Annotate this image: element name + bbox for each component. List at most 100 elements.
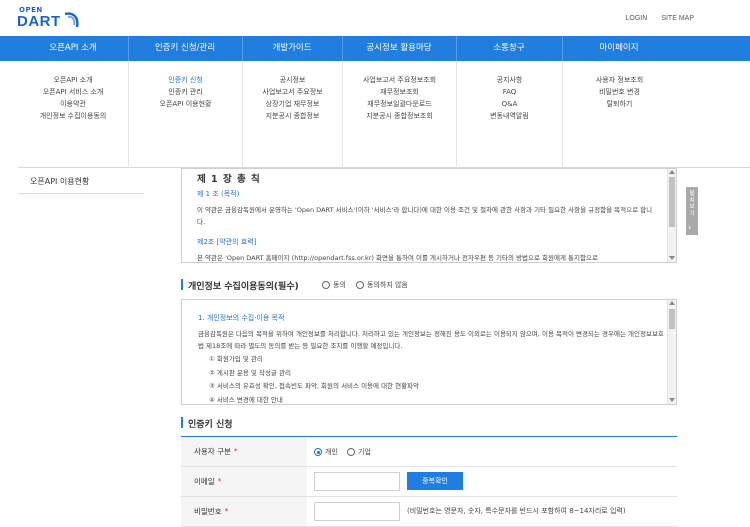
scroll-down-icon[interactable]: [669, 398, 675, 402]
required-mark: *: [217, 477, 222, 486]
password-field[interactable]: [314, 502, 400, 521]
menu-item[interactable]: 인증키 관리: [129, 86, 242, 98]
menu-item[interactable]: 비밀번호 변경: [563, 86, 676, 98]
user-type-company-radio[interactable]: 기업: [347, 447, 371, 457]
scroll-down-icon[interactable]: [669, 256, 675, 260]
radio-circle[interactable]: [356, 281, 364, 289]
required-mark: *: [233, 447, 238, 456]
terms-article-1-title: 제 1 조 (목적): [197, 190, 240, 198]
nav-openapi-intro[interactable]: 오픈API 소개: [18, 36, 128, 61]
main-nav: 오픈API 소개 인증키 신청/관리 개발가이드 공시정보 활용마당 소통창구 …: [0, 36, 750, 61]
menu-item[interactable]: 사용자 정보조회: [563, 74, 676, 86]
menu-item[interactable]: 개인정보 수집이용동의: [18, 110, 128, 122]
menu-item[interactable]: 재무정보일괄다운로드: [343, 98, 456, 110]
section-marker: [181, 279, 183, 290]
apply-section-title: 인증키 신청: [188, 420, 233, 430]
form-row-email: 이메일 * 중복확인: [181, 467, 677, 497]
list-item: ④ 서비스 변경에 대한 안내: [209, 395, 283, 404]
radio-circle[interactable]: [322, 281, 330, 289]
radio-circle[interactable]: [347, 448, 355, 456]
menu-item[interactable]: 사업보고서 주요정보: [243, 86, 342, 98]
email-label-text: 이메일: [194, 477, 215, 486]
form-row-password: 비밀번호 * (비밀번호는 영문자, 숫자, 특수문자를 반드시 포함하여 8~1…: [181, 497, 677, 527]
user-type-label-text: 사용자 구분: [194, 447, 231, 456]
menu-item[interactable]: 지분공시 종합정보: [243, 110, 342, 122]
expand-side-tab-label: 펼쳐보기: [689, 191, 695, 217]
menu-item[interactable]: 지분공시 종합정보조회: [343, 110, 456, 122]
header: OPEN DART LOGIN SITE MAP: [0, 0, 750, 36]
menu-item[interactable]: 오픈API 이용현황: [129, 98, 242, 110]
menu-item-active[interactable]: 인증키 신청: [129, 74, 242, 86]
list-item: ② 게시판 운용 및 작성글 관리: [209, 368, 291, 377]
radio-circle-selected[interactable]: [314, 448, 322, 456]
menu-item[interactable]: Q&A: [457, 98, 562, 110]
privacy-terms-box: 1. 개인정보의 수집·이용 목적 금융감독원은 다음의 목적을 위하여 개인정…: [181, 299, 677, 405]
terms-article-1-text: 이 약관은 금융감독원에서 운영하는 'Open DART 서비스'(이하 '서…: [197, 206, 653, 226]
scroll-thumb[interactable]: [669, 177, 675, 227]
menu-col-key-apply: 인증키 신청 인증키 관리 오픈API 이용현황: [128, 61, 242, 168]
menu-item[interactable]: 공지사항: [457, 74, 562, 86]
privacy-scrollbar[interactable]: [667, 300, 676, 404]
email-label: 이메일 *: [181, 467, 307, 496]
privacy-text: 금융감독원은 다음의 목적을 위하여 개인정보를 처리합니다. 처리하고 있는 …: [198, 330, 664, 350]
scroll-up-icon[interactable]: [669, 170, 675, 174]
password-label: 비밀번호 *: [181, 497, 307, 526]
terms-chapter-title: 제 1 장 총 칙: [197, 174, 261, 185]
required-mark: *: [224, 507, 229, 516]
terms-article-2-text: 본 약관은 'Open DART 홈페이지 (http://opendart.f…: [197, 254, 598, 262]
menu-col-mypage: 사용자 정보조회 비밀번호 변경 탈퇴하기: [562, 61, 676, 168]
terms-scrollbar[interactable]: [667, 169, 676, 262]
user-type-personal-label: 개인: [325, 448, 338, 456]
user-type-company-label: 기업: [358, 448, 371, 456]
menu-item[interactable]: 재무정보조회: [343, 86, 456, 98]
utility-nav: LOGIN SITE MAP: [626, 15, 694, 22]
nav-communication[interactable]: 소통창구: [456, 36, 562, 61]
user-type-label: 사용자 구분 *: [181, 437, 307, 466]
menu-col-openapi-intro: 오픈API 소개 오픈API 서비스 소개 이용약관 개인정보 수집이용동의: [18, 61, 128, 168]
menu-item[interactable]: FAQ: [457, 86, 562, 98]
terms-article-2-title: 제2조 [약관의 효력]: [197, 238, 257, 246]
apply-form: 사용자 구분 * 개인 기업 이메일 * 중복확인 비밀번호 * (비밀번호는 영문자…: [181, 436, 677, 527]
privacy-purpose-list: ① 회원가입 및 관리 ② 게시판 운용 및 작성글 관리 ③ 서비스의 유효성…: [209, 353, 419, 404]
scroll-up-icon[interactable]: [669, 301, 675, 305]
sidebar-item-openapi-usage[interactable]: 오픈API 이용현황: [30, 176, 89, 187]
sidebar-divider: [18, 193, 144, 194]
user-type-personal-radio[interactable]: 개인: [314, 447, 338, 457]
list-item: ① 회원가입 및 관리: [209, 355, 263, 363]
privacy-disagree-radio[interactable]: 동의하지 않음: [356, 280, 408, 290]
form-row-user-type: 사용자 구분 * 개인 기업: [181, 437, 677, 467]
menu-col-communication: 공지사항 FAQ Q&A 변동내역알림: [456, 61, 562, 168]
menu-item[interactable]: 사업보고서 주요정보조회: [343, 74, 456, 86]
open-dart-logo[interactable]: OPEN DART: [17, 6, 87, 32]
sitemap-link[interactable]: SITE MAP: [661, 15, 694, 22]
menu-item[interactable]: 공시정보: [243, 74, 342, 86]
login-link[interactable]: LOGIN: [626, 15, 648, 22]
email-field[interactable]: [314, 472, 400, 491]
menu-col-disclosure: 사업보고서 주요정보조회 재무정보조회 재무정보일괄다운로드 지분공시 종합정보…: [342, 61, 456, 168]
scroll-thumb[interactable]: [669, 309, 675, 329]
nav-mypage[interactable]: 마이페이지: [562, 36, 676, 61]
privacy-heading: 1. 개인정보의 수집·이용 목적: [198, 314, 285, 322]
logo-dart-text: DART: [17, 13, 61, 30]
nav-disclosure[interactable]: 공시정보 활용마당: [342, 36, 456, 61]
expand-side-tab[interactable]: 펼쳐보기 ›: [686, 187, 698, 235]
password-hint: (비밀번호는 영문자, 숫자, 특수문자를 반드시 포함하여 8~14자리로 입…: [407, 507, 626, 515]
menu-item[interactable]: 이용약관: [18, 98, 128, 110]
menu-item[interactable]: 오픈API 소개: [18, 74, 128, 86]
privacy-disagree-label: 동의하지 않음: [367, 281, 408, 289]
privacy-agree-label: 동의: [333, 281, 346, 289]
password-label-text: 비밀번호: [194, 507, 222, 516]
menu-item[interactable]: 변동내역알림: [457, 110, 562, 122]
privacy-agree-radio[interactable]: 동의: [322, 280, 346, 290]
menu-item[interactable]: 오픈API 서비스 소개: [18, 86, 128, 98]
menu-item[interactable]: 상장기업 재무정보: [243, 98, 342, 110]
duplicate-check-button[interactable]: 중복확인: [407, 472, 463, 490]
terms-box: 제 1 장 총 칙 제 1 조 (목적) 이 약관은 금융감독원에서 운영하는 …: [181, 168, 677, 263]
nav-dev-guide[interactable]: 개발가이드: [242, 36, 342, 61]
nav-key-apply[interactable]: 인증키 신청/관리: [128, 36, 242, 61]
logo-swoosh-icon: [64, 12, 79, 28]
menu-item[interactable]: 탈퇴하기: [563, 98, 676, 110]
section-marker: [181, 417, 183, 428]
privacy-section-title: 개인정보 수집이용동의(필수): [188, 282, 299, 292]
menu-col-dev-guide: 공시정보 사업보고서 주요정보 상장기업 재무정보 지분공시 종합정보: [242, 61, 342, 168]
